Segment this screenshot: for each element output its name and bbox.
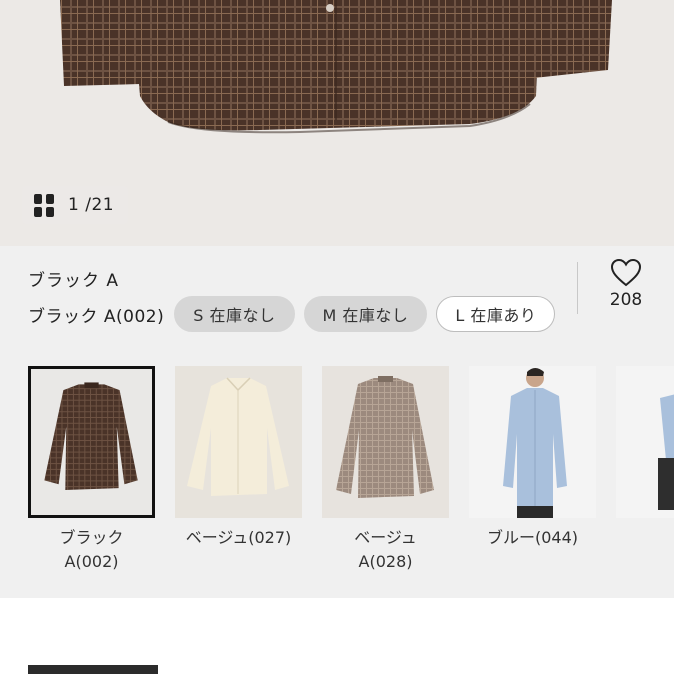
- grid-view-icon: [34, 194, 54, 217]
- variant-label: ブラック A(002): [59, 528, 124, 571]
- selected-color-name: ブラック A: [28, 271, 120, 291]
- variant-label: ベージュ A(028): [354, 528, 417, 571]
- image-counter[interactable]: 1 /21: [22, 186, 129, 224]
- color-variant-list: ブラック A(002) ベージュ(027) ベージュ A(028) ブルー(04…: [28, 366, 674, 574]
- size-chip-s[interactable]: S 在庫なし: [174, 296, 295, 332]
- variant-label: ベージュ(027): [185, 528, 292, 547]
- variant-label: ブルー(044): [486, 528, 579, 547]
- variant-brown-plaid[interactable]: ブラック A(002): [28, 366, 155, 574]
- variant-beige-plaid[interactable]: ベージュ A(028): [322, 366, 449, 574]
- variant-thumbnail: [469, 366, 596, 518]
- vertical-divider: [577, 262, 578, 314]
- counter-current: 1: [68, 195, 80, 215]
- product-option-panel: ブラック A ブラック A(002) S 在庫なし M 在庫なし L 在庫あり …: [0, 246, 674, 598]
- favorite-count: 208: [609, 290, 643, 310]
- image-counter-text: 1 /21: [68, 195, 114, 215]
- size-selector-row: ブラック A(002) S 在庫なし M 在庫なし L 在庫あり: [28, 296, 564, 332]
- variant-thumbnail: [28, 366, 155, 518]
- variant-thumbnail: [175, 366, 302, 518]
- size-row-color-label: ブラック A(002): [28, 306, 165, 327]
- bottom-action-button[interactable]: [28, 665, 158, 674]
- size-chip-m[interactable]: M 在庫なし: [303, 296, 428, 332]
- variant-blue[interactable]: ブルー(044): [469, 366, 596, 574]
- size-chip-l[interactable]: L 在庫あり: [436, 296, 556, 332]
- product-main-image[interactable]: 1 /21: [0, 0, 674, 246]
- heart-icon: [610, 258, 642, 287]
- variant-thumbnail: [616, 366, 674, 518]
- variant-beige[interactable]: ベージュ(027): [175, 366, 302, 574]
- counter-total: /21: [85, 195, 115, 215]
- variant-thumbnail: [322, 366, 449, 518]
- favorite-button[interactable]: 208: [596, 258, 656, 310]
- variant-partial[interactable]: [616, 366, 674, 574]
